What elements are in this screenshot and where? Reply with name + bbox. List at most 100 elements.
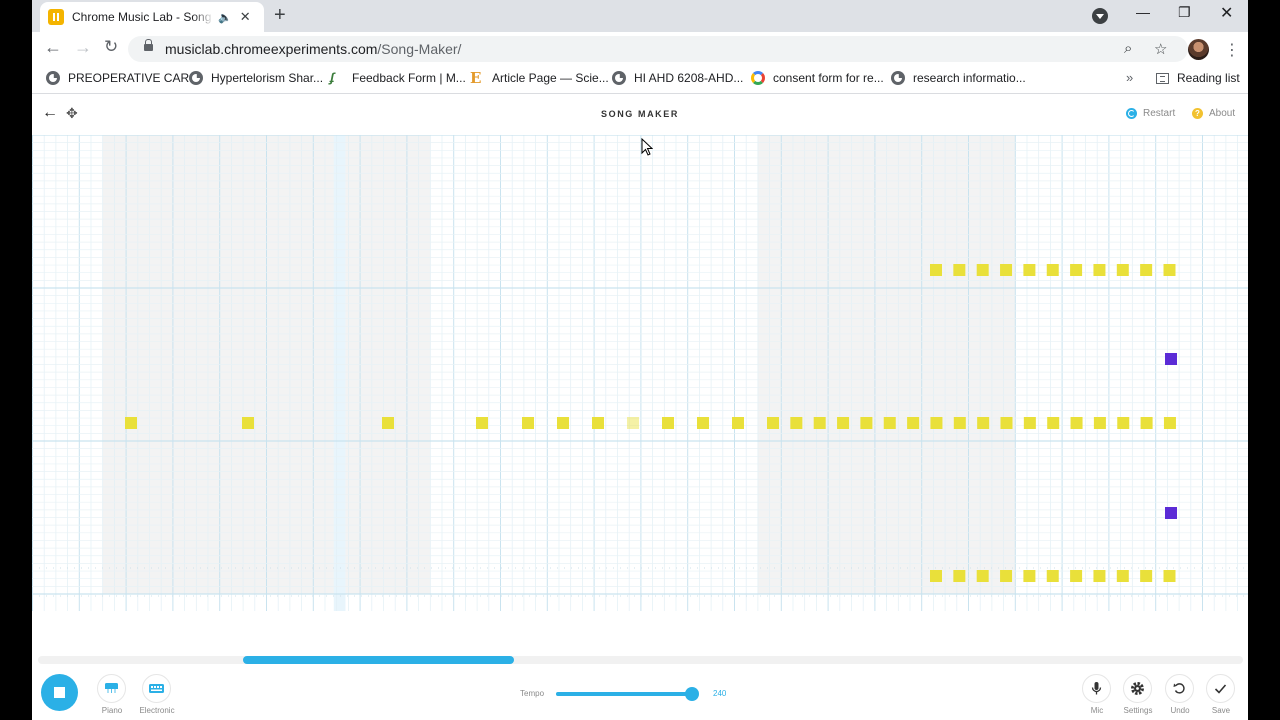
globe-icon [46,71,60,85]
melody-note [1000,417,1013,429]
app-header: ← ✥ SONG MAKER Restart ? About [32,95,1248,135]
melody-note [930,264,942,276]
undo-icon [1173,683,1185,694]
note-grid[interactable] [32,135,1248,611]
bookmark-item[interactable]: consent form for re... [751,71,884,85]
bookmark-item[interactable]: PREOPERATIVE CAR... [46,71,199,85]
melody-note [557,417,569,429]
melody-note [953,570,966,582]
bookmark-star-icon[interactable]: ☆ [1154,40,1167,58]
melody-note [476,417,488,429]
percussion-note [1165,353,1177,365]
tempo-slider-handle[interactable] [685,687,699,701]
bookmark-label: Feedback Form | M... [352,71,466,85]
melody-note [976,570,989,582]
grid-scrollbar[interactable] [38,656,1243,664]
melody-note [125,417,137,429]
melody-note [953,417,966,429]
tab-search-icon[interactable] [1092,8,1108,24]
restart-icon [1126,108,1137,119]
note-grid-canvas[interactable] [32,135,1248,611]
stop-button[interactable] [41,674,78,711]
browser-toolbar: ← → ↻ musiclab.chromeexperiments.com/Son… [32,32,1248,66]
url-host: musiclab.chromeexperiments.com [165,41,378,57]
restore-icon[interactable]: ❐ [1178,4,1191,21]
google-icon [751,71,765,85]
more-bookmarks-icon[interactable]: » [1126,70,1133,85]
reading-list-button[interactable]: Reading list [1156,71,1240,85]
melody-note [837,417,850,429]
melody-note [930,570,942,582]
control-bar: Piano Electronic Tempo 240 Mic Settings … [32,670,1248,720]
address-bar[interactable]: musiclab.chromeexperiments.com/Song-Make… [128,36,1188,62]
globe-icon [612,71,626,85]
bookmark-label: research informatio... [913,71,1026,85]
zoom-icon[interactable]: ⌕ [1124,40,1132,57]
reading-list-icon [1156,72,1169,84]
bookmark-item[interactable]: Hypertelorism Shar... [189,71,323,85]
melody-note [767,417,779,429]
about-button[interactable]: ? About [1192,108,1235,119]
bookmark-item[interactable]: E Article Page — Scie... [470,71,609,86]
mouse-cursor-icon [641,138,653,156]
tab-strip: Chrome Music Lab - Song Maker 🔈 ✕ + — ❐ … [32,0,1248,32]
melody-note [732,417,744,429]
forward-icon[interactable]: → [74,37,92,58]
close-tab-icon[interactable]: ✕ [240,9,251,25]
bookmark-label: Hypertelorism Shar... [211,71,324,85]
piano-icon [105,683,118,693]
left-letterbox [0,0,32,720]
melody-note [953,264,966,276]
url-text[interactable]: musiclab.chromeexperiments.com/Song-Make… [165,41,461,57]
melody-note [1000,570,1013,582]
melody-note [697,417,709,429]
melody-note [907,417,920,429]
electronic-keyboard-icon [149,684,164,693]
stop-icon [54,687,65,698]
reload-icon[interactable]: ↻ [104,37,118,57]
check-icon [1214,684,1227,694]
browser-window: Chrome Music Lab - Song Maker 🔈 ✕ + — ❐ … [32,0,1248,720]
profile-avatar[interactable] [1188,39,1209,60]
tab-song-maker[interactable]: Chrome Music Lab - Song Maker 🔈 ✕ [40,2,264,32]
melody-note [813,417,826,429]
electronic-button[interactable] [142,674,171,703]
browser-menu-icon[interactable]: ⋮ [1224,40,1240,60]
bookmark-item[interactable]: HI AHD 6208-AHD... [612,71,743,85]
melody-note [930,417,943,429]
restart-label: Restart [1143,108,1176,119]
undo-button[interactable] [1165,674,1194,703]
melody-note [1070,570,1083,582]
melody-note [382,417,394,429]
percussion-note [1165,507,1177,519]
tempo-slider-fill [556,692,692,696]
mic-button[interactable] [1082,674,1111,703]
mic-icon [1091,682,1102,695]
about-label: About [1209,108,1236,119]
melody-note-playing [627,417,639,429]
speaker-icon[interactable]: 🔈 [218,11,232,24]
save-label: Save [1211,706,1231,715]
tempo-label: Tempo [520,689,545,698]
piano-button[interactable] [97,674,126,703]
bookmarks-bar: PREOPERATIVE CAR... Hypertelorism Shar..… [32,66,1248,94]
minimize-icon[interactable]: — [1136,4,1150,20]
melody-note [977,417,990,429]
lock-icon[interactable] [144,39,153,51]
save-button[interactable] [1206,674,1235,703]
scrollbar-thumb[interactable] [243,656,514,664]
melody-note [1163,264,1176,276]
reading-list-label: Reading list [1177,71,1240,85]
melody-note [662,417,674,429]
bookmark-item[interactable]: research informatio... [891,71,1026,85]
restart-button[interactable]: Restart [1126,108,1175,119]
bookmark-item[interactable]: ʄ Feedback Form | M... [330,71,466,86]
question-icon: ? [1192,108,1203,119]
tempo-slider[interactable] [556,687,699,701]
back-icon[interactable]: ← [44,37,62,58]
melody-note [976,264,989,276]
settings-button[interactable] [1123,674,1152,703]
close-window-icon[interactable]: ✕ [1220,3,1233,23]
new-tab-icon[interactable]: + [274,4,286,27]
melody-note [1116,570,1129,582]
